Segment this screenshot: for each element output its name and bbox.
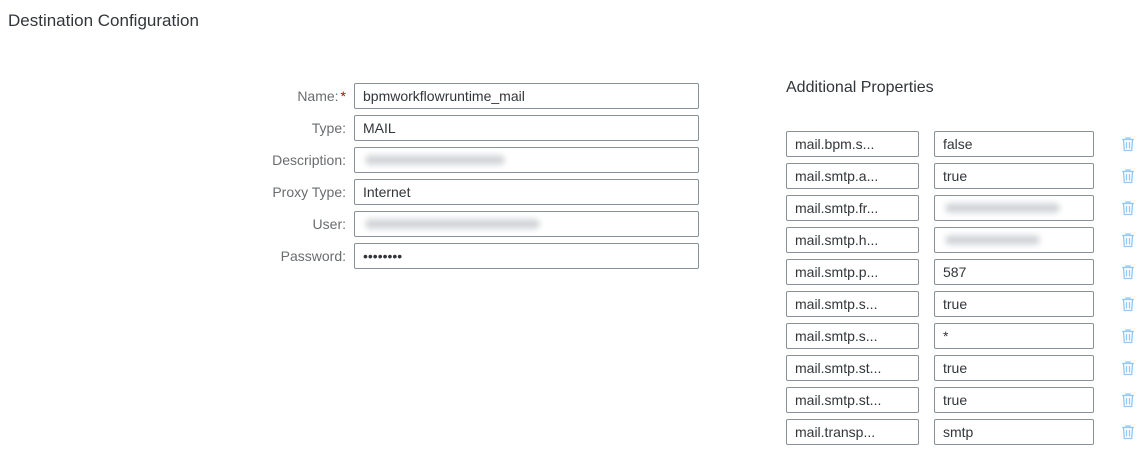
password-input[interactable]: •••••••• (354, 243, 699, 269)
user-input[interactable] (354, 211, 699, 237)
form-row-proxy-type: Proxy Type: Internet (0, 179, 700, 205)
form-row-password: Password: •••••••• (0, 243, 700, 269)
required-marker: * (340, 88, 346, 104)
trash-icon[interactable] (1119, 167, 1137, 185)
trash-icon[interactable] (1119, 327, 1137, 345)
property-row: mail.smtp.fr... (786, 195, 1145, 221)
property-value-input[interactable]: true (934, 355, 1094, 381)
property-row: mail.smtp.s... * (786, 323, 1145, 349)
trash-icon[interactable] (1119, 263, 1137, 281)
property-row: mail.bpm.s... false (786, 131, 1145, 157)
form-row-description: Description: (0, 147, 700, 173)
trash-icon[interactable] (1119, 391, 1137, 409)
property-key-input[interactable]: mail.smtp.s... (786, 323, 919, 349)
trash-icon[interactable] (1119, 359, 1137, 377)
proxy-type-input[interactable]: Internet (354, 179, 699, 205)
property-value-input[interactable] (934, 195, 1094, 221)
property-row: mail.smtp.st... true (786, 387, 1145, 413)
property-row: mail.smtp.h... (786, 227, 1145, 253)
form-row-user: User: (0, 211, 700, 237)
property-value-input[interactable]: smtp (934, 419, 1094, 445)
property-key-input[interactable]: mail.smtp.h... (786, 227, 919, 253)
form-row-type: Type: MAIL (0, 115, 700, 141)
property-row: mail.smtp.st... true (786, 355, 1145, 381)
form-row-name: Name: * bpmworkflowruntime_mail (0, 83, 700, 109)
property-value-input[interactable]: 587 (934, 259, 1094, 285)
property-row: mail.smtp.a... true (786, 163, 1145, 189)
property-key-input[interactable]: mail.bpm.s... (786, 131, 919, 157)
description-input[interactable] (354, 147, 699, 173)
password-label: Password: (280, 248, 346, 264)
property-value-input[interactable]: true (934, 387, 1094, 413)
proxy-type-label: Proxy Type: (272, 184, 346, 200)
trash-icon[interactable] (1119, 199, 1137, 217)
blurred-value (365, 219, 540, 229)
blurred-value (945, 235, 1040, 245)
name-input[interactable]: bpmworkflowruntime_mail (354, 83, 699, 109)
type-input[interactable]: MAIL (354, 115, 699, 141)
property-row: mail.transp... smtp (786, 419, 1145, 445)
property-value-input[interactable] (934, 227, 1094, 253)
blurred-value (945, 203, 1060, 213)
property-value-input[interactable]: true (934, 291, 1094, 317)
name-label-text: Name: (297, 88, 339, 104)
trash-icon[interactable] (1119, 135, 1137, 153)
trash-icon[interactable] (1119, 295, 1137, 313)
property-value-input[interactable]: false (934, 131, 1094, 157)
type-label: Type: (311, 120, 346, 136)
description-label: Description: (272, 152, 346, 168)
property-key-input[interactable]: mail.smtp.fr... (786, 195, 919, 221)
trash-icon[interactable] (1119, 231, 1137, 249)
property-row: mail.smtp.p... 587 (786, 259, 1145, 285)
property-value-input[interactable]: true (934, 163, 1094, 189)
property-key-input[interactable]: mail.smtp.st... (786, 355, 919, 381)
name-label: Name: * (297, 83, 346, 109)
property-value-input[interactable]: * (934, 323, 1094, 349)
property-row: mail.smtp.s... true (786, 291, 1145, 317)
blurred-value (365, 155, 505, 165)
property-key-input[interactable]: mail.smtp.s... (786, 291, 919, 317)
page-title: Destination Configuration (8, 11, 199, 30)
property-key-input[interactable]: mail.smtp.st... (786, 387, 919, 413)
property-key-input[interactable]: mail.smtp.a... (786, 163, 919, 189)
additional-properties-title: Additional Properties (786, 79, 934, 96)
user-label: User: (312, 216, 346, 232)
property-key-input[interactable]: mail.smtp.p... (786, 259, 919, 285)
property-key-input[interactable]: mail.transp... (786, 419, 919, 445)
trash-icon[interactable] (1119, 423, 1137, 441)
